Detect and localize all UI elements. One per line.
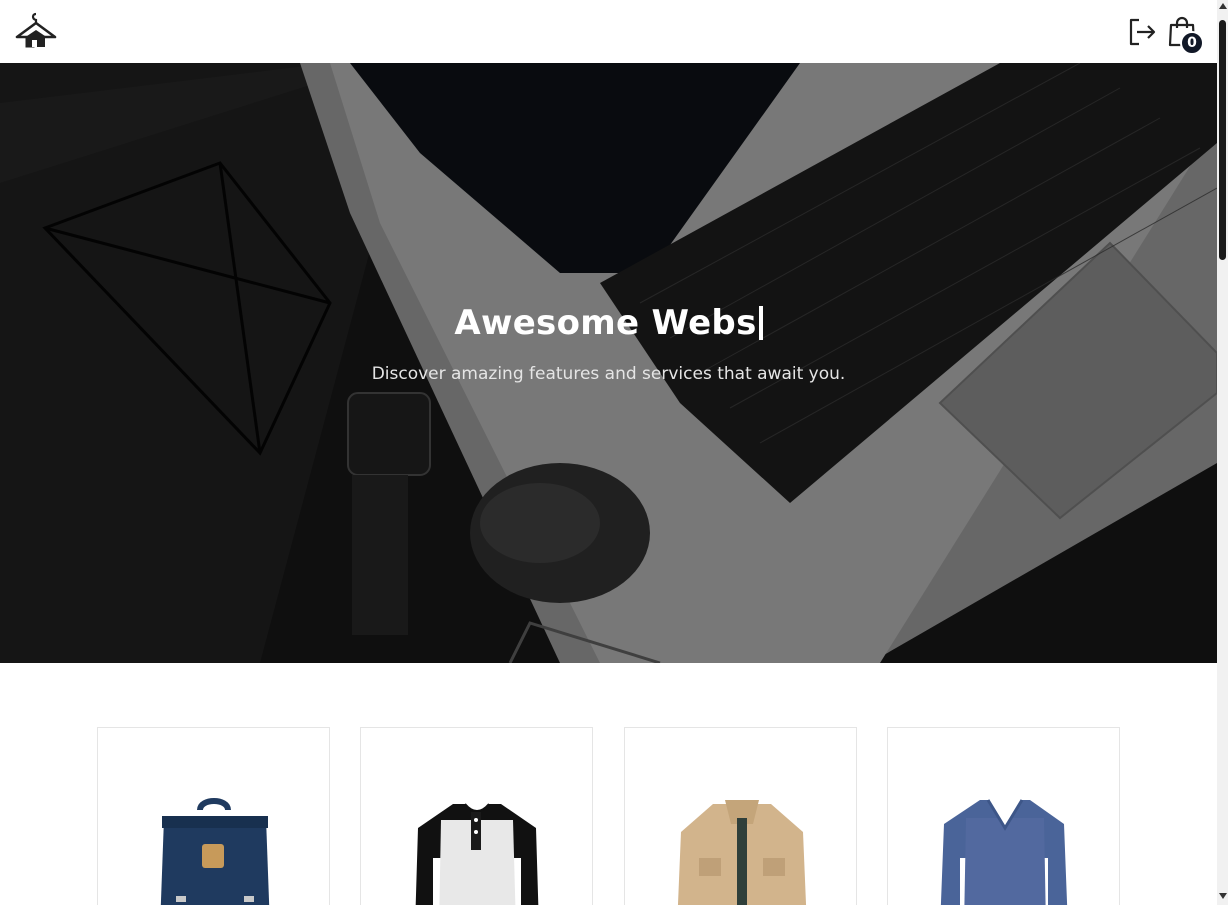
scroll-thumb[interactable]	[1219, 20, 1226, 260]
hero-subtitle: Discover amazing features and services t…	[371, 364, 846, 384]
henley-shirt-image	[415, 803, 539, 905]
hero-title: Awesome Webs	[0, 303, 1217, 343]
product-card[interactable]	[624, 727, 857, 905]
cart-button[interactable]: 0	[1166, 15, 1208, 57]
hero-banner: Awesome Webs Discover amazing features a…	[0, 63, 1217, 663]
site-header: 0	[0, 0, 1217, 63]
scroll-up-arrow-icon[interactable]	[1219, 3, 1227, 9]
sweater-image	[940, 799, 1068, 905]
hanger-home-icon[interactable]	[14, 10, 58, 52]
product-card[interactable]	[97, 727, 330, 905]
product-card[interactable]	[887, 727, 1120, 905]
logout-button[interactable]	[1126, 16, 1158, 48]
product-card[interactable]	[360, 727, 593, 905]
page-scrollbar[interactable]	[1217, 0, 1228, 905]
product-grid	[0, 663, 1217, 905]
logout-icon	[1129, 18, 1156, 46]
backpack-image	[160, 798, 270, 905]
typing-caret	[758, 306, 763, 340]
cart-count-badge: 0	[1180, 31, 1204, 55]
jacket-image	[677, 800, 807, 905]
scroll-down-arrow-icon[interactable]	[1219, 893, 1227, 899]
